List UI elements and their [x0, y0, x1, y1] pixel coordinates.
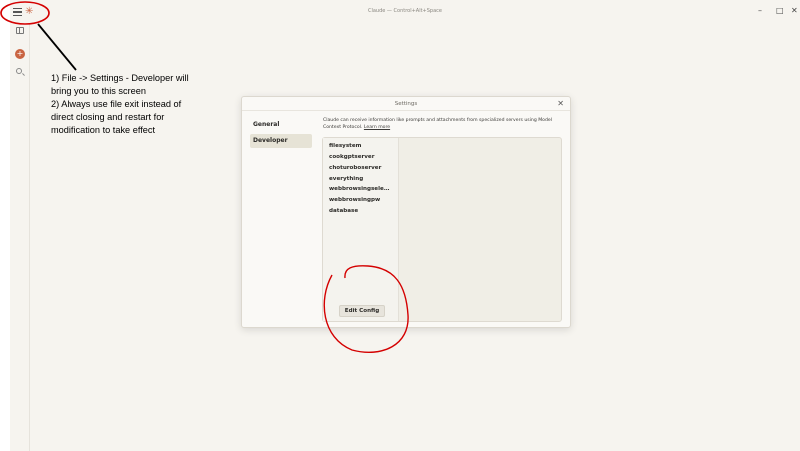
edit-config-button[interactable]: Edit Config [339, 305, 385, 317]
server-item-everything[interactable]: everything [329, 176, 393, 182]
annotation-text: 1) File -> Settings - Developer will bri… [51, 72, 201, 137]
title-bar: ✳ Claude — Control+Alt+Space – □ ✕ [10, 0, 800, 24]
dialog-close-icon[interactable]: ✕ [557, 99, 564, 108]
server-item-choturoboserver[interactable]: choturoboserver [329, 165, 393, 171]
maximize-button[interactable]: □ [776, 6, 784, 16]
developer-panel: filesystem cookgptserver choturoboserver… [322, 137, 562, 322]
server-item-database[interactable]: database [329, 208, 393, 214]
annotation-line-2: 2) Always use file exit instead of direc… [51, 99, 182, 135]
mcp-description: Claude can receive information like prom… [323, 117, 563, 131]
dialog-divider [242, 110, 570, 111]
window-title: Claude — Control+Alt+Space [367, 8, 442, 14]
settings-dialog: Settings ✕ General Developer Claude can … [241, 96, 571, 328]
server-list: filesystem cookgptserver choturoboserver… [323, 138, 399, 321]
server-item-cookgptserver[interactable]: cookgptserver [329, 154, 393, 160]
server-item-filesystem[interactable]: filesystem [329, 143, 393, 149]
close-button[interactable]: ✕ [791, 6, 798, 16]
minimize-button[interactable]: – [758, 6, 762, 16]
server-item-webbrowsingpw[interactable]: webbrowsingpw [329, 197, 393, 203]
learn-more-link[interactable]: Learn more [364, 125, 390, 130]
description-text: Claude can receive information like prom… [323, 118, 553, 130]
search-icon[interactable] [16, 68, 22, 74]
server-item-webbrowsingselenium[interactable]: webbrowsingseleni... [329, 186, 393, 192]
nav-item-developer[interactable]: Developer [250, 134, 312, 148]
new-chat-icon[interactable]: + [15, 49, 25, 59]
annotation-line-1: 1) File -> Settings - Developer will bri… [51, 73, 189, 96]
dialog-title: Settings [394, 101, 418, 107]
sidebar: + [10, 24, 30, 451]
nav-item-general[interactable]: General [250, 118, 312, 132]
sidebar-toggle-icon[interactable] [16, 27, 24, 34]
